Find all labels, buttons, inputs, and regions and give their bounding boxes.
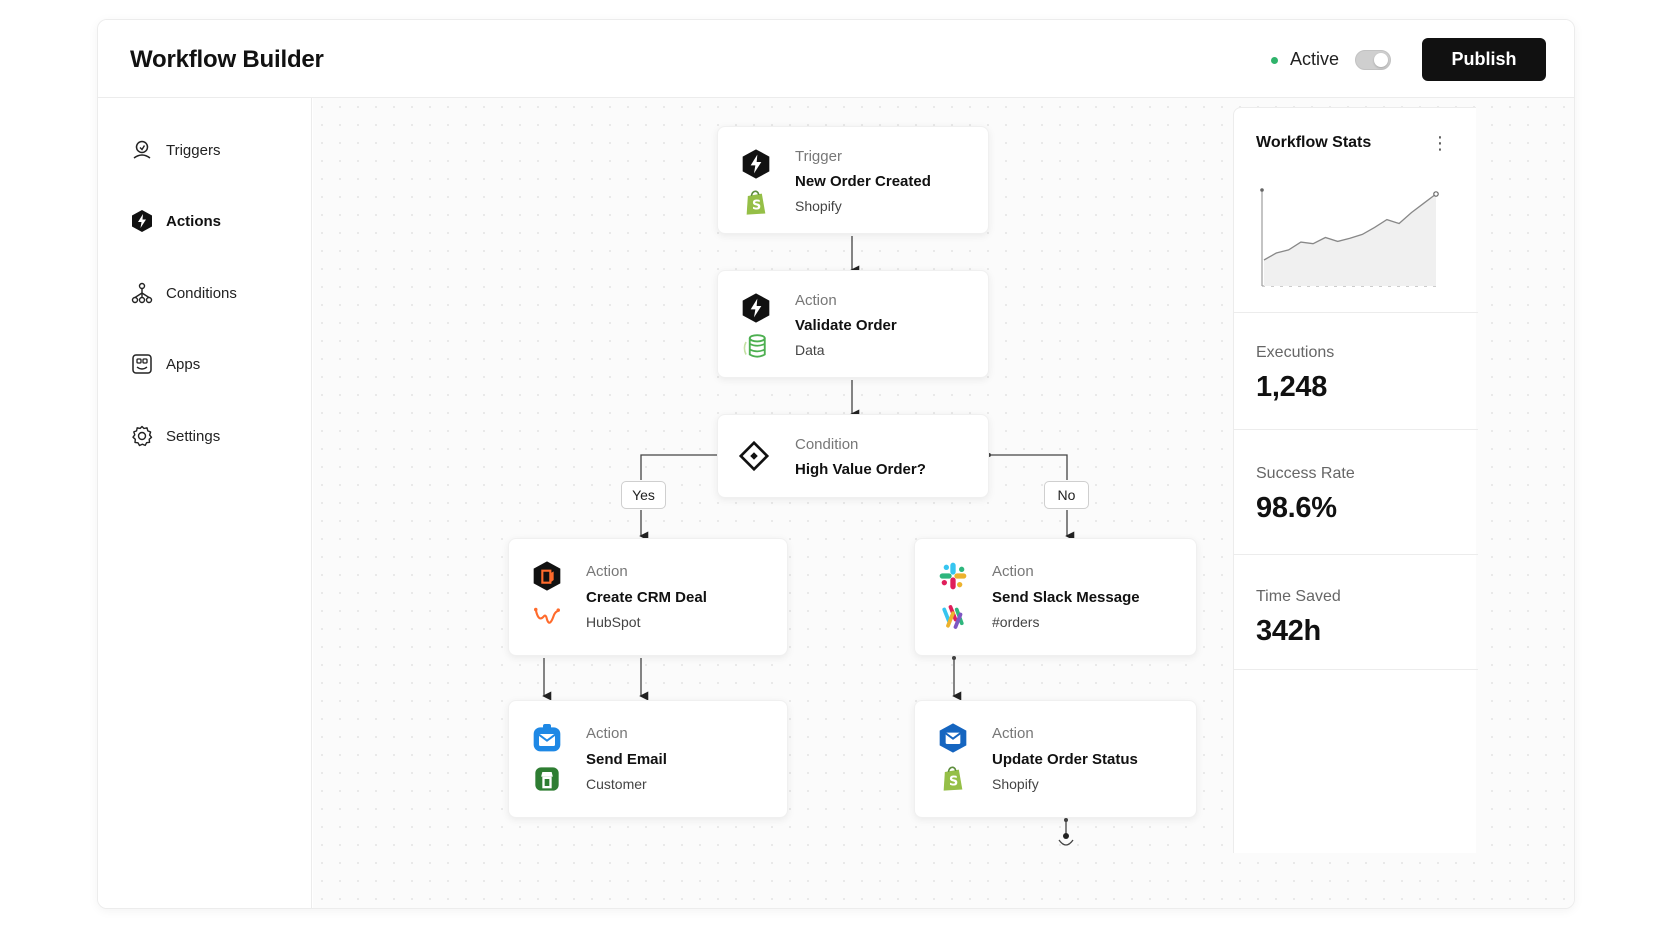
lightning-hex-icon xyxy=(130,209,154,233)
stats-title: Workflow Stats xyxy=(1256,134,1372,151)
stat-value: 342h xyxy=(1256,615,1321,647)
node-subtitle: HubSpot xyxy=(586,614,641,630)
active-toggle[interactable] xyxy=(1355,50,1391,70)
node-title: New Order Created xyxy=(795,173,931,190)
page-title: Workflow Builder xyxy=(130,46,324,73)
connector-dot xyxy=(1063,833,1069,839)
stat-label: Success Rate xyxy=(1256,465,1355,482)
executions-sparkline xyxy=(1260,188,1440,287)
branch-icon xyxy=(130,281,154,305)
sidebar-item-label: Conditions xyxy=(166,284,237,302)
node-type-label: Trigger xyxy=(795,148,842,165)
sidebar-item-label: Settings xyxy=(166,427,221,445)
sidebar: Triggers Actions Conditions Apps Setting… xyxy=(98,98,312,908)
branch-label-no[interactable]: No xyxy=(1044,481,1089,509)
edge-end-cap xyxy=(1058,839,1074,846)
svg-text:S: S xyxy=(752,198,761,213)
node-subtitle: Shopify xyxy=(992,776,1039,792)
status-dot xyxy=(1271,57,1278,64)
node-send-email[interactable]: Action Send Email Customer xyxy=(508,700,788,818)
more-options-icon[interactable]: ⋮ xyxy=(1430,132,1450,154)
node-type-label: Action xyxy=(992,563,1034,580)
node-type-label: Action xyxy=(586,725,628,742)
diamond-icon xyxy=(738,440,770,472)
edge-yes-branch xyxy=(640,454,717,480)
lightning-hex-icon xyxy=(740,292,772,324)
mail-hex-icon xyxy=(937,722,969,754)
sidebar-item-apps[interactable]: Apps xyxy=(130,349,300,379)
edge-no-branch xyxy=(989,454,1068,480)
node-type-label: Condition xyxy=(795,436,859,453)
node-title: Create CRM Deal xyxy=(586,589,707,606)
stat-time-saved: Time Saved 342h xyxy=(1234,554,1478,670)
node-subtitle: Data xyxy=(795,342,825,358)
database-icon xyxy=(740,331,772,363)
stat-executions: Executions 1,248 xyxy=(1234,312,1478,429)
node-title: Send Email xyxy=(586,751,667,768)
connector-dot xyxy=(952,656,956,660)
sparkline-area xyxy=(1264,194,1436,286)
stat-value: 1,248 xyxy=(1256,371,1328,403)
stat-label: Time Saved xyxy=(1256,588,1341,605)
sidebar-item-label: Actions xyxy=(166,212,222,230)
workflow-stats-panel: Workflow Stats ⋮ Executions 1,248 Succes… xyxy=(1233,107,1478,853)
sparkline-end-point xyxy=(1433,191,1439,197)
node-trigger[interactable]: S Trigger New Order Created Shopify xyxy=(717,126,989,234)
node-title: Validate Order xyxy=(795,317,897,334)
branch-label-yes[interactable]: Yes xyxy=(621,481,666,509)
lightning-hex-icon xyxy=(740,148,772,180)
header-bar: Workflow Builder Active Publish xyxy=(98,20,1574,98)
node-title: Update Order Status xyxy=(992,751,1138,768)
sidebar-item-label: Triggers xyxy=(166,141,221,159)
status-label: Active xyxy=(1290,49,1340,69)
apps-grid-icon xyxy=(130,352,154,376)
node-condition[interactable]: Condition High Value Order? xyxy=(717,414,989,498)
sidebar-item-conditions[interactable]: Conditions xyxy=(130,278,300,308)
node-subtitle: Shopify xyxy=(795,198,842,214)
publish-button[interactable]: Publish xyxy=(1422,38,1546,81)
slack-icon xyxy=(937,560,969,592)
sidebar-item-settings[interactable]: Settings xyxy=(130,421,300,451)
mail-icon xyxy=(531,722,563,754)
node-title: High Value Order? xyxy=(795,461,926,478)
stat-label: Executions xyxy=(1256,344,1335,361)
crm-icon xyxy=(531,560,563,592)
hubspot-icon xyxy=(531,601,563,633)
store-icon xyxy=(531,763,563,795)
trigger-icon xyxy=(130,138,154,162)
sidebar-item-label: Apps xyxy=(166,355,201,373)
node-update-order-status[interactable]: S Action Update Order Status Shopify xyxy=(914,700,1197,818)
slack-alt-icon xyxy=(937,601,969,633)
svg-text:S: S xyxy=(949,774,958,789)
shopify-icon: S xyxy=(740,187,772,219)
node-subtitle: #orders xyxy=(992,614,1040,630)
shopify-icon: S xyxy=(937,763,969,795)
node-type-label: Action xyxy=(795,292,837,309)
sidebar-item-triggers[interactable]: Triggers xyxy=(130,135,300,165)
node-type-label: Action xyxy=(586,563,628,580)
node-create-crm-deal[interactable]: Action Create CRM Deal HubSpot xyxy=(508,538,788,656)
node-title: Send Slack Message xyxy=(992,589,1140,606)
stat-value: 98.6% xyxy=(1256,492,1337,524)
connector-dot xyxy=(1064,818,1068,822)
stat-success-rate: Success Rate 98.6% xyxy=(1234,429,1478,554)
sparkline-axis-cap xyxy=(1260,188,1264,192)
node-send-slack-message[interactable]: Action Send Slack Message #orders xyxy=(914,538,1197,656)
node-type-label: Action xyxy=(992,725,1034,742)
sidebar-item-actions[interactable]: Actions xyxy=(130,206,300,236)
node-validate-order[interactable]: Action Validate Order Data xyxy=(717,270,989,378)
gear-icon xyxy=(130,424,154,448)
toggle-knob xyxy=(1374,53,1388,67)
node-subtitle: Customer xyxy=(586,776,647,792)
